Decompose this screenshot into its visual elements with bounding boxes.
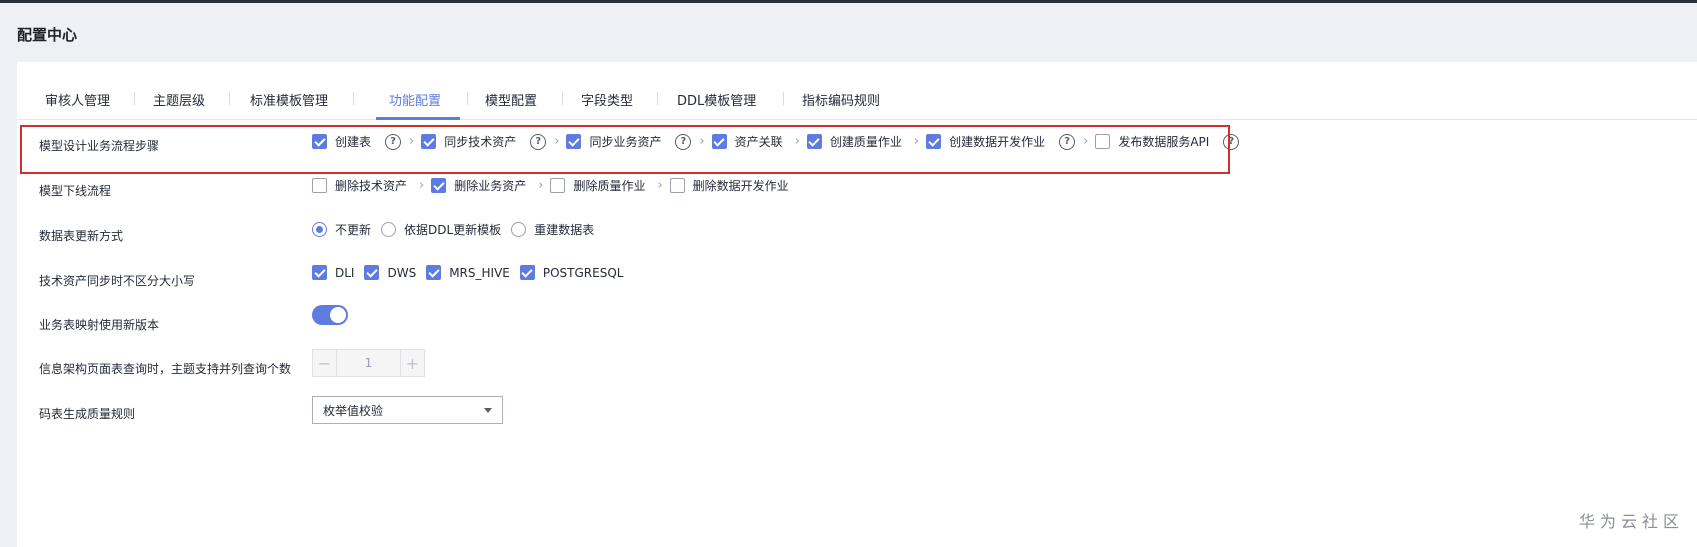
mapping-version-toggle[interactable]	[312, 305, 348, 325]
option-label: 删除质量作业	[573, 179, 646, 193]
radio-ddl-update[interactable]	[381, 222, 397, 237]
option-label: 不更新	[335, 223, 372, 237]
quality-rule-label: 码表生成质量规则	[39, 407, 136, 421]
radio-rebuild-table[interactable]	[511, 222, 527, 237]
option-label: 删除技术资产	[335, 179, 408, 193]
tab-separator	[467, 92, 468, 105]
parallel-query-label: 信息架构页面表查询时，主题支持并列查询个数	[39, 362, 292, 376]
option-label: MRS_HIVE	[449, 265, 510, 280]
watermark: 华为云社区	[1578, 512, 1684, 531]
tab-ddl-template[interactable]: DDL模板管理	[677, 90, 756, 109]
option-label: 删除业务资产	[454, 179, 527, 193]
tab-topic-hierarchy[interactable]: 主题层级	[153, 90, 205, 109]
page-title: 配置中心	[17, 26, 78, 44]
tab-function-config[interactable]: 功能配置	[389, 90, 441, 109]
checkbox-mrs-hive[interactable]	[426, 265, 442, 280]
config-panel: 审核人管理 主题层级 标准模板管理 功能配置 模型配置 字段类型 DDL模板管理…	[17, 62, 1697, 547]
tab-indicator-coding[interactable]: 指标编码规则	[802, 90, 880, 109]
select-value: 枚举值校验	[323, 403, 384, 418]
checkbox-delete-biz-asset[interactable]	[431, 178, 447, 193]
stepper-value[interactable]: 1	[337, 350, 400, 376]
mapping-version-label: 业务表映射使用新版本	[39, 318, 160, 332]
option-label: POSTGRESQL	[542, 265, 624, 280]
offline-flow-group: 删除技术资产 › 删除业务资产 › 删除质量作业 › 删除数据开发作业	[312, 177, 799, 194]
tab-separator	[657, 92, 658, 105]
option-label: 删除数据开发作业	[692, 179, 789, 193]
tab-separator	[229, 92, 230, 105]
checkbox-dli[interactable]	[312, 265, 327, 280]
active-tab-underline	[376, 117, 460, 120]
tab-field-type[interactable]: 字段类型	[581, 90, 633, 109]
minus-icon[interactable]: −	[313, 350, 337, 376]
chevron-right-icon: ›	[419, 178, 425, 193]
update-method-label: 数据表更新方式	[39, 229, 124, 243]
case-insensitive-label: 技术资产同步时不区分大小写	[39, 274, 196, 288]
radio-no-update[interactable]	[312, 222, 327, 237]
tab-bar: 审核人管理 主题层级 标准模板管理 功能配置 模型配置 字段类型 DDL模板管理…	[17, 62, 1697, 120]
checkbox-postgresql[interactable]	[519, 265, 535, 280]
checkbox-dws[interactable]	[364, 265, 380, 280]
case-insensitive-group: DLI DWS MRS_HIVE POSTGRESQL	[312, 265, 633, 280]
tab-separator	[562, 92, 563, 105]
update-method-group: 不更新 依据DDL更新模板 重建数据表	[312, 221, 604, 238]
tab-standard-template[interactable]: 标准模板管理	[250, 90, 328, 109]
plus-icon[interactable]: +	[400, 350, 424, 376]
checkbox-delete-quality-job[interactable]	[550, 178, 566, 193]
tab-separator	[353, 92, 354, 105]
chevron-right-icon: ›	[538, 178, 544, 193]
checkbox-delete-tech-asset[interactable]	[312, 178, 327, 193]
chevron-right-icon: ›	[657, 178, 663, 193]
tab-reviewer-management[interactable]: 审核人管理	[45, 90, 110, 109]
offline-flow-label: 模型下线流程	[39, 184, 112, 198]
option-label: 重建数据表	[534, 223, 595, 237]
highlight-annotation-box	[20, 125, 1230, 174]
quality-rule-select[interactable]: 枚举值校验	[312, 396, 503, 424]
toggle-knob	[330, 307, 346, 323]
caret-down-icon	[484, 408, 492, 413]
option-label: DLI	[335, 265, 355, 280]
tab-separator	[134, 92, 135, 105]
option-label: 依据DDL更新模板	[404, 223, 502, 237]
option-label: DWS	[387, 265, 417, 280]
tab-model-config[interactable]: 模型配置	[485, 90, 537, 109]
tab-separator	[783, 92, 784, 105]
checkbox-delete-dev-job[interactable]	[669, 178, 685, 193]
top-bar	[0, 0, 1697, 3]
parallel-query-stepper: − 1 +	[312, 349, 425, 377]
